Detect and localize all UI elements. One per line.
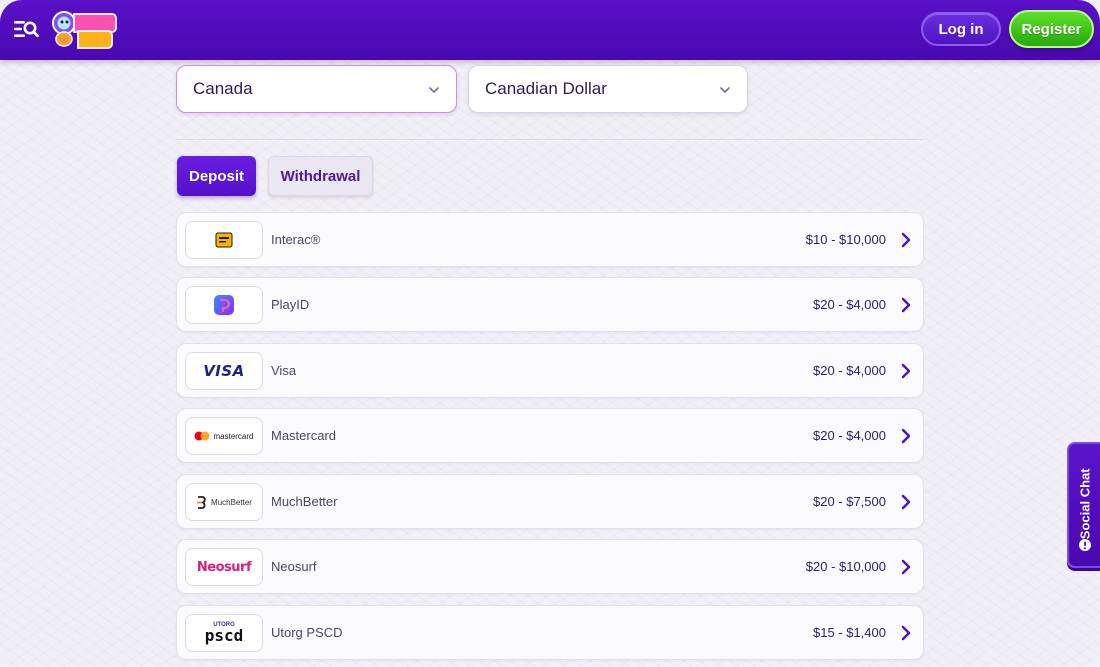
- payment-method-name: Visa: [271, 363, 297, 378]
- payment-method-name: Mastercard: [271, 428, 337, 443]
- chevron-right-icon: [901, 625, 911, 641]
- social-chat-button[interactable]: Social Chat: [1067, 442, 1100, 568]
- payment-method-row[interactable]: Neosurf Neosurf $20 - $10,000: [176, 539, 924, 594]
- payment-method-name: Neosurf: [271, 559, 317, 574]
- visa-logo-icon: VISA: [185, 352, 263, 390]
- visa-logo-text: VISA: [203, 362, 245, 380]
- chevron-right-icon: [901, 363, 911, 379]
- payment-method-range: $15 - $1,400: [812, 625, 886, 640]
- payment-method-row[interactable]: UTORG pscd Utorg PSCD $15 - $1,400: [176, 605, 924, 660]
- country-select[interactable]: Canada: [176, 65, 457, 113]
- interac-logo-icon: [185, 221, 263, 259]
- payment-method-range: $20 - $10,000: [805, 559, 886, 574]
- chevron-right-icon: [901, 297, 911, 313]
- register-button[interactable]: Register: [1009, 10, 1094, 48]
- currency-select[interactable]: Canadian Dollar: [468, 65, 748, 113]
- mastercard-logo-icon: mastercard: [185, 417, 263, 455]
- payment-method-range: $20 - $7,500: [812, 494, 886, 509]
- chevron-right-icon: [901, 494, 911, 510]
- chevron-right-icon: [901, 428, 911, 444]
- playid-logo-icon: [185, 286, 263, 324]
- mastercard-logo-text: mastercard: [213, 431, 254, 441]
- payment-method-row[interactable]: mastercard Mastercard $20 - $4,000: [176, 408, 924, 463]
- payment-method-range: $10 - $10,000: [805, 232, 886, 247]
- neosurf-logo-icon: Neosurf: [185, 548, 263, 586]
- section-divider: [176, 139, 923, 140]
- payment-method-row[interactable]: PlayID $20 - $4,000: [176, 277, 924, 332]
- currency-select-value: Canadian Dollar: [485, 79, 607, 98]
- page: Log in Register Canada Canadian Dollar D…: [0, 0, 1100, 667]
- payment-method-name: MuchBetter: [271, 494, 338, 509]
- neosurf-logo-text: Neosurf: [196, 559, 252, 575]
- payment-method-row[interactable]: MuchBetter MuchBetter $20 - $7,500: [176, 474, 924, 529]
- chevron-right-icon: [901, 559, 911, 575]
- payment-method-row[interactable]: Interac® $10 - $10,000: [176, 212, 924, 267]
- muchbetter-logo-icon: MuchBetter: [185, 483, 263, 521]
- payment-method-name: PlayID: [271, 297, 310, 312]
- payment-method-name: Utorg PSCD: [271, 625, 343, 640]
- payment-method-name: Interac®: [271, 232, 321, 247]
- payment-method-range: $20 - $4,000: [812, 363, 886, 378]
- chevron-down-icon: [429, 87, 439, 93]
- pscd-logo-text: pscd: [204, 626, 244, 645]
- muchbetter-logo-text: MuchBetter: [211, 497, 252, 507]
- tab-withdrawal[interactable]: Withdrawal: [268, 156, 373, 196]
- menu-search-icon[interactable]: [13, 18, 39, 40]
- top-header: Log in Register: [0, 0, 1100, 60]
- chevron-down-icon: [720, 87, 730, 93]
- chevron-right-icon: [901, 232, 911, 248]
- tab-deposit[interactable]: Deposit: [177, 156, 256, 196]
- social-chat-label: Social Chat: [1077, 468, 1092, 540]
- payment-method-row[interactable]: VISA Visa $20 - $4,000: [176, 343, 924, 398]
- country-select-value: Canada: [193, 79, 253, 98]
- payment-method-range: $20 - $4,000: [812, 297, 886, 312]
- utorg-pscd-logo-icon: UTORG pscd: [185, 614, 263, 652]
- chat-bubble-icon: [1079, 539, 1091, 551]
- login-button[interactable]: Log in: [921, 12, 1001, 46]
- robocat-logo-icon[interactable]: [50, 8, 118, 50]
- payment-method-range: $20 - $4,000: [812, 428, 886, 443]
